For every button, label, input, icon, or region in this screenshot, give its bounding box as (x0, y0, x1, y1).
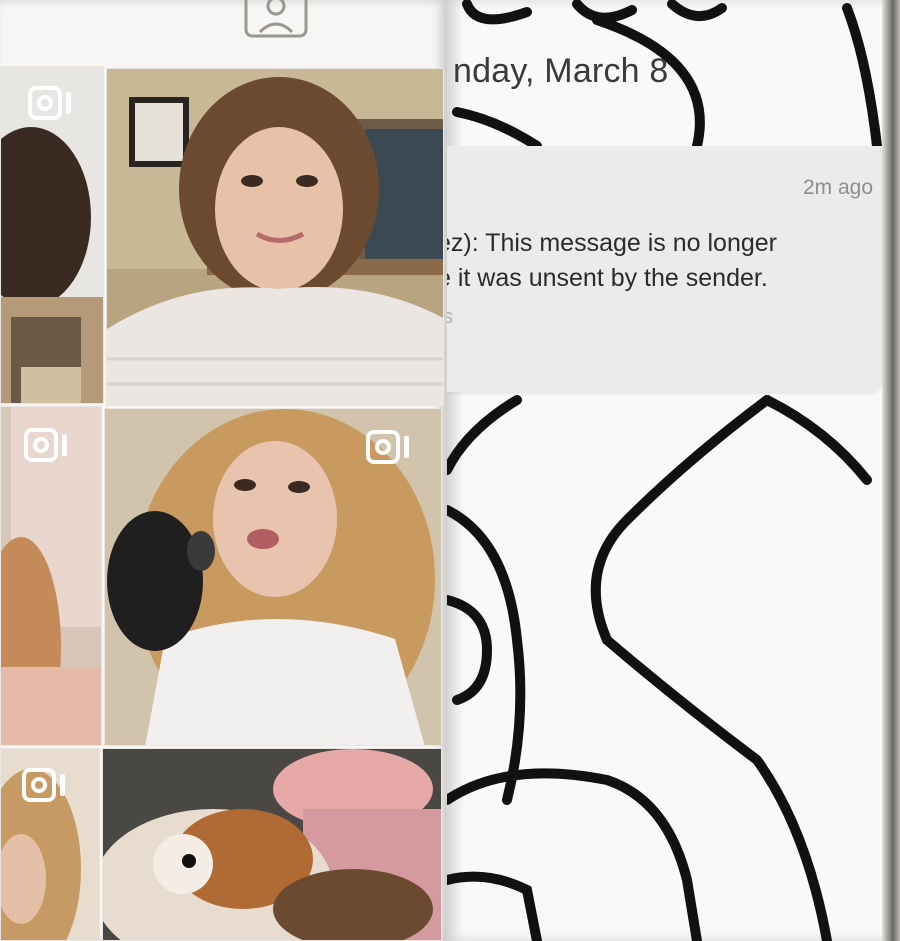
video-camera-icon (22, 768, 65, 802)
person-tag-icon[interactable] (244, 0, 308, 38)
photo-selfie-short-hair[interactable] (106, 68, 444, 406)
video-camera-icon (28, 86, 71, 120)
cartoon-outline-drawing (447, 0, 882, 941)
photo-guinea-pig[interactable] (102, 748, 442, 941)
book-page-edge (882, 0, 900, 941)
left-page (0, 0, 447, 941)
video-camera-icon (24, 428, 67, 462)
video-camera-icon (366, 430, 409, 464)
notification-line-2: e it was unsent by the sender. (447, 264, 768, 292)
notification-line-1: ez): This message is no longer (447, 229, 777, 257)
notification-time: 2m ago (802, 176, 873, 199)
notification-card[interactable]: 2m ago ez): This message is no longer e … (447, 146, 883, 392)
right-page: nday, March 8 2m ago ez): This message i… (447, 0, 900, 941)
notification-body: ez): This message is no longer e it was … (447, 226, 877, 296)
notification-subtext: s (447, 306, 453, 328)
lock-screen-date: nday, March 8 (453, 52, 669, 90)
